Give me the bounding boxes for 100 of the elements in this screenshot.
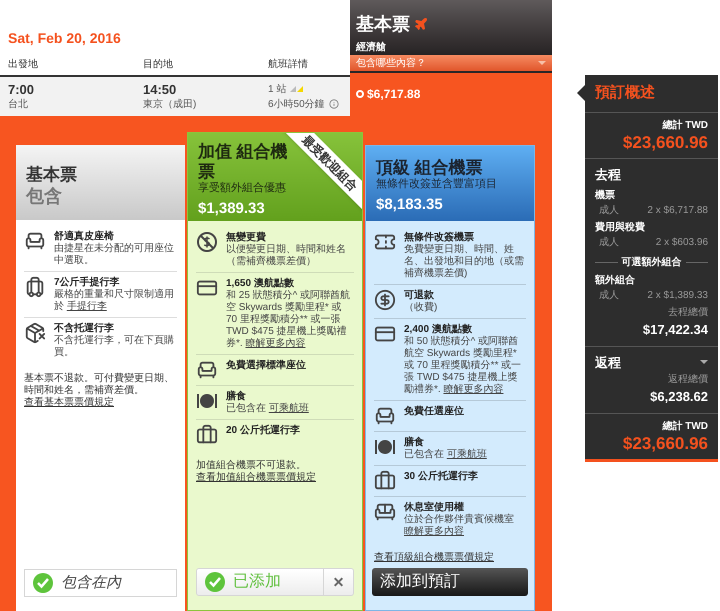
line-amount: 2 x $6,717.88 (647, 204, 708, 218)
feature-title: 30 公斤托運行李 (404, 470, 478, 483)
feature-title: 休息室使用權 (404, 501, 465, 514)
fare-rules-link[interactable]: 查看加值組合機票票價規定 (196, 472, 354, 484)
sofa-icon (374, 501, 396, 523)
flight-duration: 6小時50分鐘 (268, 98, 325, 112)
subtotal-label: 返程總價 (668, 372, 708, 387)
stops-count: 1 站 (268, 82, 286, 96)
bundle-title: 頂級 組合機票 (376, 158, 483, 178)
remove-button[interactable]: × (324, 568, 354, 596)
feature-description: 免費變更日期、時間、姓名、出發地和目的地（或需補齊機票差價) (404, 244, 525, 280)
armchair-icon (24, 230, 46, 252)
bundle-subtitle: 包含 (26, 185, 62, 208)
bundle-subtitle: 享受額外組合優惠 (198, 182, 286, 196)
summary-title: 預訂概述 (585, 75, 718, 112)
arrival-time: 14:50 (143, 82, 178, 96)
section-title: 去程 (595, 166, 622, 184)
suitcase-icon (196, 424, 218, 446)
arrival-city: 東京（成田) (143, 98, 198, 112)
section-title: 返程 (595, 354, 621, 372)
feature-description: 嚴格的重量和尺寸限制適用於 手提行李 (54, 289, 175, 313)
passenger-label: 成人 (599, 236, 619, 250)
suitcase-icon (374, 470, 396, 492)
add-to-booking-button[interactable]: 添加到預訂 (372, 568, 528, 596)
line-title: 機票 (595, 188, 616, 203)
feature-title: 膳食 (404, 436, 425, 448)
feature-description: 已包含在 可乘航班 (404, 449, 487, 461)
fare-rules-link[interactable]: 查看基本票票價規定 (24, 397, 177, 409)
fare-rules-link[interactable]: 查看頂級組合機票票價規定 (374, 552, 526, 564)
feature-description: 和 25 狀態積分^ 或阿聯酋航空 Skywards 獎勵里程* 或 70 里程獎勵積分** 或一張 TWD $475 捷星機上獎勵禮券*. 瞭解更多內容 (226, 290, 352, 350)
subtotal-label: 去程總價 (668, 306, 708, 320)
line-amount: 2 x $1,389.33 (647, 289, 708, 303)
feature-description: 位於合作夥伴貴賓候機室 瞭解更多內容 (404, 514, 515, 538)
feature-title: 免費任選座位 (404, 405, 464, 418)
feature-title: 20 公斤托運行李 (226, 424, 300, 437)
feature-title: 不含托運行李 (54, 322, 115, 334)
feature-title: 免費選擇標準座位 (226, 359, 306, 372)
feature-title: 無條件改簽機票 (404, 231, 475, 244)
feature-title: 可退款 (404, 289, 435, 302)
departure-city: 台北 (8, 98, 29, 112)
learn-more-link[interactable]: 可乘航班 (268, 403, 309, 414)
luggage-icon (24, 276, 46, 298)
total-amount: $23,660.96 (622, 434, 708, 454)
subtotal-amount: $6,238.62 (650, 388, 708, 406)
feature-title: 膳食 (226, 390, 247, 402)
divider-label: 可選額外組合 (622, 256, 682, 270)
caret-icon[interactable] (700, 360, 708, 364)
passenger-label: 成人 (599, 288, 619, 303)
total-amount: $23,660.96 (622, 132, 708, 152)
feature-description: 以便變更日期、時間和姓名（需補齊機票差價） (226, 244, 347, 268)
feature-title: 7公斤手提行李 (54, 276, 121, 288)
crossed-bag-icon (24, 322, 46, 344)
feature-title: 無變更費 (226, 231, 267, 244)
subtotal-amount: $17,422.34 (642, 321, 708, 339)
caret-icon (538, 61, 546, 65)
stops-indicator-icon (290, 86, 304, 92)
bundle-subtitle: 無條件改簽並含豐富項目 (376, 178, 497, 192)
column-header: 航班詳情 (268, 58, 309, 72)
included-button[interactable]: 包含在內 (24, 569, 177, 597)
fare-price: $6,717.88 (367, 86, 420, 103)
bundle-title: 加值 組合機票 (198, 142, 289, 182)
fare-radio[interactable] (356, 90, 364, 98)
cabin-class: 經濟艙 (356, 42, 386, 53)
flight-date: Sat, Feb 20, 2016 (7, 29, 122, 48)
feature-description: 不含托運行李，可在下頁購買。 (54, 335, 175, 359)
feature-title: 2,400 澳航點數 (404, 323, 473, 336)
fare-note: 基本票不退款。可付費變更日期、時間和姓名，需補齊差價。 (24, 373, 175, 396)
learn-more-link[interactable]: 可乘航班 (446, 449, 487, 460)
learn-more-link[interactable]: 手提行李 (66, 301, 107, 312)
line-title: 費用與稅費 (595, 220, 646, 235)
check-icon (33, 573, 53, 593)
total-label: 總計 TWD (662, 118, 708, 132)
feature-description: 由捷星在未分配的可用座位中選取。 (54, 243, 175, 267)
learn-more-link[interactable]: 瞭解更多內容 (245, 338, 306, 349)
bundle-price: $1,389.33 (198, 198, 265, 219)
plane-icon (414, 17, 428, 31)
total-label: 總計 TWD (662, 420, 708, 434)
dollar-icon (374, 289, 396, 311)
bundle-title: 基本票 (26, 165, 77, 186)
check-icon (205, 572, 225, 592)
bundle-price: $8,183.35 (376, 195, 443, 216)
no-fee-icon (196, 231, 218, 253)
line-amount: 2 x $603.96 (656, 236, 708, 250)
learn-more-link[interactable]: 瞭解更多內容 (404, 526, 464, 537)
feature-title: 1,650 澳航點數 (226, 277, 295, 290)
feature-description: 已包含在 可乘航班 (226, 403, 309, 415)
fare-title: 基本票 (356, 14, 410, 34)
armchair-icon (374, 405, 396, 427)
column-header: 出發地 (8, 58, 39, 72)
learn-more-link[interactable]: 瞭解更多內容 (443, 384, 504, 395)
line-title: 額外組合 (595, 274, 636, 288)
departure-time: 7:00 (8, 82, 36, 96)
column-header: 目的地 (143, 58, 174, 72)
armchair-icon (196, 359, 218, 381)
feature-description: （收費) (404, 302, 438, 314)
feature-description: 和 50 狀態積分^ 或阿聯酋航空 Skywards 獎勵里程* 或 70 里程獎勵積分** 或一張 TWD $475 捷星機上獎勵禮券*. 瞭解更多內容 (404, 336, 522, 396)
info-icon[interactable] (328, 99, 339, 109)
passenger-label: 成人 (599, 204, 619, 218)
feature-title: 舒適真皮座椅 (54, 230, 115, 242)
fare-note: 加值組合機票不可退款。 (196, 460, 307, 472)
